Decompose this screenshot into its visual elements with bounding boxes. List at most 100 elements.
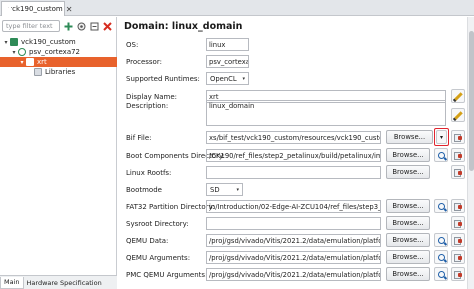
rootfs-reset-button[interactable] — [451, 165, 465, 179]
rootfs-browse-button[interactable]: Browse... — [386, 165, 430, 179]
tree-item-label: xrt — [37, 58, 47, 66]
pmc-qemu-arguments-label: PMC QEMU Arguments: — [126, 271, 208, 279]
qemu-arguments-reset-button[interactable] — [451, 250, 465, 264]
platform-tree: ▾ vck190_custom ▾ psv_cortexa72 ▾ xrt Li… — [0, 37, 117, 77]
pencil-icon — [453, 110, 463, 120]
bif-browse-button[interactable]: Browse... — [386, 130, 433, 144]
search-icon — [437, 253, 445, 261]
bif-reset-button[interactable] — [451, 130, 465, 144]
reset-icon — [454, 253, 462, 262]
reset-icon — [454, 133, 462, 142]
domain-icon — [18, 48, 26, 56]
edit-description-button[interactable] — [451, 108, 465, 122]
description-field[interactable]: linux_domain — [206, 100, 446, 126]
edit-display-name-button[interactable] — [451, 89, 465, 103]
bif-file-field[interactable]: xs/bif_test/vck190_custom/resources/vck1… — [206, 131, 381, 144]
pmc-qemu-arguments-search-button[interactable] — [434, 267, 448, 281]
processor-label: Processor: — [126, 58, 162, 66]
pencil-icon — [453, 91, 463, 101]
close-icon[interactable]: ✕ — [66, 5, 73, 14]
filter-input[interactable]: type filter text — [2, 20, 60, 32]
editor-tab-vck190-custom[interactable]: vck190_custom ✕ — [1, 1, 72, 16]
delete-icon[interactable] — [102, 21, 112, 31]
tab-main[interactable]: Main — [0, 276, 24, 289]
platform-explorer-panel: type filter text ▾ vck190_custom ▾ psv_c… — [0, 17, 117, 275]
qemu-data-label: QEMU Data: — [126, 237, 169, 245]
tree-item-label: Libraries — [45, 68, 76, 76]
library-icon — [34, 68, 42, 76]
qemu-arguments-field[interactable]: /proj/gsd/vivado/Vitis/2021.2/data/emula… — [206, 251, 381, 264]
add-icon[interactable] — [63, 21, 73, 31]
pmc-qemu-arguments-field[interactable]: /proj/gsd/vivado/Vitis/2021.2/data/emula… — [206, 268, 381, 281]
boot-reset-button[interactable] — [451, 148, 465, 162]
pmc-qemu-arguments-browse-button[interactable]: Browse... — [386, 267, 430, 281]
qemu-data-search-button[interactable] — [434, 233, 448, 247]
scrollbar-thumb[interactable] — [469, 31, 474, 171]
qemu-data-reset-button[interactable] — [451, 233, 465, 247]
tree-item-psv-cortexa72[interactable]: ▾ psv_cortexa72 — [0, 47, 117, 57]
tree-item-libraries[interactable]: Libraries — [0, 67, 117, 77]
bootmode-label: Bootmode — [126, 186, 162, 194]
sysroot-label: Sysroot Directory: — [126, 220, 189, 228]
tree-item-label: psv_cortexa72 — [29, 48, 81, 56]
pmc-qemu-arguments-reset-button[interactable] — [451, 267, 465, 281]
tree-item-vck190-custom[interactable]: ▾ vck190_custom — [0, 37, 117, 47]
chevron-down-icon[interactable]: ▾ — [2, 39, 10, 46]
settings-icon[interactable] — [76, 21, 86, 31]
fat32-partition-label: FAT32 Partition Directory: — [126, 203, 215, 211]
supported-runtimes-label: Supported Runtimes: — [126, 75, 200, 83]
display-name-label: Display Name: — [126, 93, 178, 101]
bootmode-select[interactable]: SD ▾ — [206, 183, 243, 196]
linux-rootfs-field[interactable] — [206, 166, 381, 179]
bif-file-label: Bif File: — [126, 134, 152, 142]
reset-icon — [454, 236, 462, 245]
description-label: Description: — [126, 102, 169, 110]
os-icon — [26, 58, 34, 66]
tree-item-label: vck190_custom — [21, 38, 76, 46]
boot-search-button[interactable] — [434, 148, 448, 162]
fat32-browse-button[interactable]: Browse... — [386, 199, 430, 213]
qemu-data-browse-button[interactable]: Browse... — [386, 233, 430, 247]
fat32-search-button[interactable] — [434, 199, 448, 213]
reset-icon — [454, 168, 462, 177]
collapse-icon[interactable] — [89, 21, 99, 31]
qemu-arguments-search-button[interactable] — [434, 250, 448, 264]
supported-runtimes-value: OpenCL — [210, 74, 237, 83]
os-label: OS: — [126, 41, 139, 49]
reset-icon — [454, 202, 462, 211]
qemu-arguments-browse-button[interactable]: Browse... — [386, 250, 430, 264]
search-icon — [437, 236, 445, 244]
tree-item-xrt[interactable]: ▾ xrt — [0, 57, 117, 67]
vertical-scrollbar[interactable] — [467, 17, 474, 289]
chevron-down-icon: ▾ — [242, 75, 245, 82]
platform-icon — [10, 38, 18, 46]
search-icon — [437, 202, 445, 210]
tab-hardware-specification[interactable]: Hardware Specification — [24, 277, 105, 289]
reset-icon — [454, 151, 462, 160]
sysroot-browse-button[interactable]: Browse... — [386, 216, 430, 230]
domain-settings-panel: Domain: linux_domain OS: linux Processor… — [118, 17, 474, 289]
qemu-data-field[interactable]: /proj/gsd/vivado/Vitis/2021.2/data/emula… — [206, 234, 381, 247]
reset-icon — [454, 270, 462, 279]
qemu-arguments-label: QEMU Arguments: — [126, 254, 191, 262]
supported-runtimes-select[interactable]: OpenCL ▾ — [206, 72, 249, 85]
tree-toolbar: type filter text — [2, 19, 116, 33]
editor-tab-label: vck190_custom — [8, 5, 63, 13]
sysroot-reset-button[interactable] — [451, 216, 465, 230]
chevron-down-icon[interactable]: ▾ — [10, 49, 18, 56]
reset-icon — [454, 219, 462, 228]
bottom-tab-bar: Main Hardware Specification — [0, 275, 117, 289]
bootmode-value: SD — [210, 185, 220, 194]
page-title: Domain: linux_domain — [124, 21, 243, 32]
chevron-down-icon[interactable]: ▾ — [18, 59, 26, 66]
editor-tab-bar: vck190_custom ✕ — [0, 0, 474, 16]
search-icon — [437, 151, 445, 159]
linux-rootfs-label: Linux Rootfs: — [126, 169, 172, 177]
os-field[interactable]: linux — [206, 38, 249, 51]
boot-components-field[interactable]: /CK190/ref_files/step2_petalinux/build/p… — [206, 149, 381, 162]
boot-browse-button[interactable]: Browse... — [386, 148, 430, 162]
fat32-reset-button[interactable] — [451, 199, 465, 213]
fat32-partition-field[interactable]: in/Introduction/02-Edge-AI-ZCU104/ref_fi… — [206, 200, 381, 213]
sysroot-field[interactable] — [206, 217, 381, 230]
processor-field[interactable]: psv_cortexa72 — [206, 55, 249, 68]
